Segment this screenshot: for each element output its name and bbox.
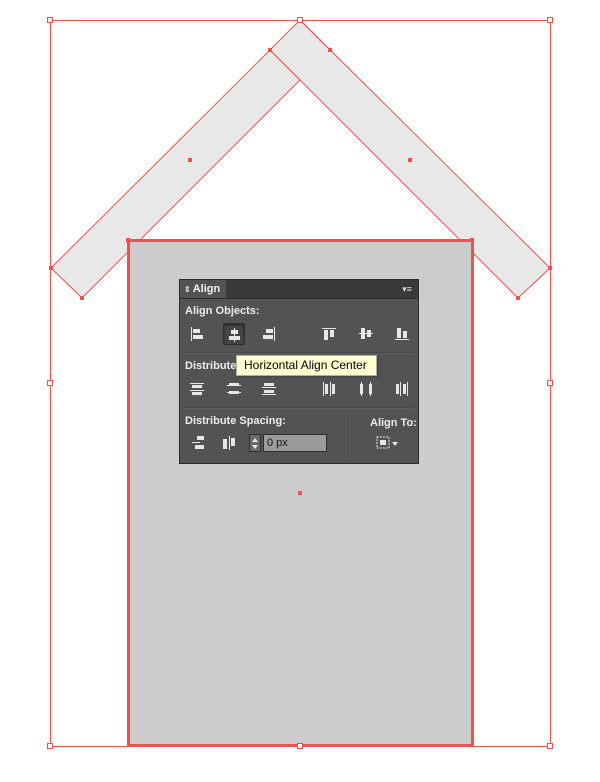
horizontal-distribute-space-icon[interactable]: [218, 432, 240, 454]
vertical-distribute-bottom-icon[interactable]: [258, 378, 280, 400]
anchor-point[interactable]: [516, 296, 520, 300]
stepper-arrows-icon[interactable]: [249, 434, 261, 452]
bbox-handle-middle-left[interactable]: [47, 380, 53, 386]
align-to-label: Align To:: [370, 417, 417, 429]
bbox-handle-bottom-center[interactable]: [297, 743, 303, 749]
align-to-selection-icon: [376, 436, 398, 449]
anchor-point[interactable]: [268, 48, 272, 52]
collapse-chevron-icon[interactable]: ⇕: [184, 285, 191, 294]
distribute-spacing-label: Distribute Spacing:: [185, 415, 286, 427]
bbox-handle-bottom-left[interactable]: [47, 743, 53, 749]
spacing-value-field[interactable]: 0 px: [263, 434, 327, 452]
anchor-point[interactable]: [49, 266, 53, 270]
vertical-align-center-icon[interactable]: [355, 323, 377, 345]
align-to-dropdown[interactable]: [373, 432, 403, 454]
bbox-handle-top-center[interactable]: [297, 17, 303, 23]
panel-vertical-divider: [348, 416, 350, 458]
horizontal-distribute-left-icon[interactable]: [318, 378, 340, 400]
horizontal-distribute-right-icon[interactable]: [391, 378, 413, 400]
roof-left-center-point: [188, 158, 192, 162]
bbox-handle-top-left[interactable]: [47, 17, 53, 23]
vertical-distribute-top-icon[interactable]: [186, 378, 208, 400]
horizontal-align-center-icon[interactable]: [223, 323, 245, 345]
anchor-point[interactable]: [80, 296, 84, 300]
horizontal-distribute-center-icon[interactable]: [355, 378, 377, 400]
body-center-point: [298, 491, 302, 495]
horizontal-align-left-icon[interactable]: [186, 323, 208, 345]
anchor-point[interactable]: [328, 48, 332, 52]
bbox-handle-bottom-right[interactable]: [547, 743, 553, 749]
spacing-stepper[interactable]: 0 px: [249, 434, 327, 452]
vertical-distribute-center-icon[interactable]: [223, 378, 245, 400]
distribute-objects-label: Distribute: [185, 360, 237, 372]
anchor-point[interactable]: [470, 238, 474, 242]
panel-tab-align[interactable]: ⇕ Align: [180, 280, 227, 298]
tooltip: Horizontal Align Center: [236, 355, 377, 376]
vertical-align-top-icon[interactable]: [318, 323, 340, 345]
panel-divider: [184, 352, 414, 354]
panel-menu-icon[interactable]: ▾≡: [400, 283, 414, 295]
anchor-point[interactable]: [548, 266, 552, 270]
bbox-handle-top-right[interactable]: [547, 17, 553, 23]
panel-header: ⇕ Align ▾≡: [180, 280, 418, 299]
vertical-distribute-space-icon[interactable]: [188, 432, 210, 454]
vertical-align-bottom-icon[interactable]: [391, 323, 413, 345]
roof-right-center-point: [408, 158, 412, 162]
bbox-handle-middle-right[interactable]: [547, 380, 553, 386]
horizontal-align-right-icon[interactable]: [258, 323, 280, 345]
anchor-point[interactable]: [126, 238, 130, 242]
panel-title: Align: [192, 283, 221, 295]
align-objects-label: Align Objects:: [185, 305, 260, 317]
panel-divider: [184, 407, 414, 409]
